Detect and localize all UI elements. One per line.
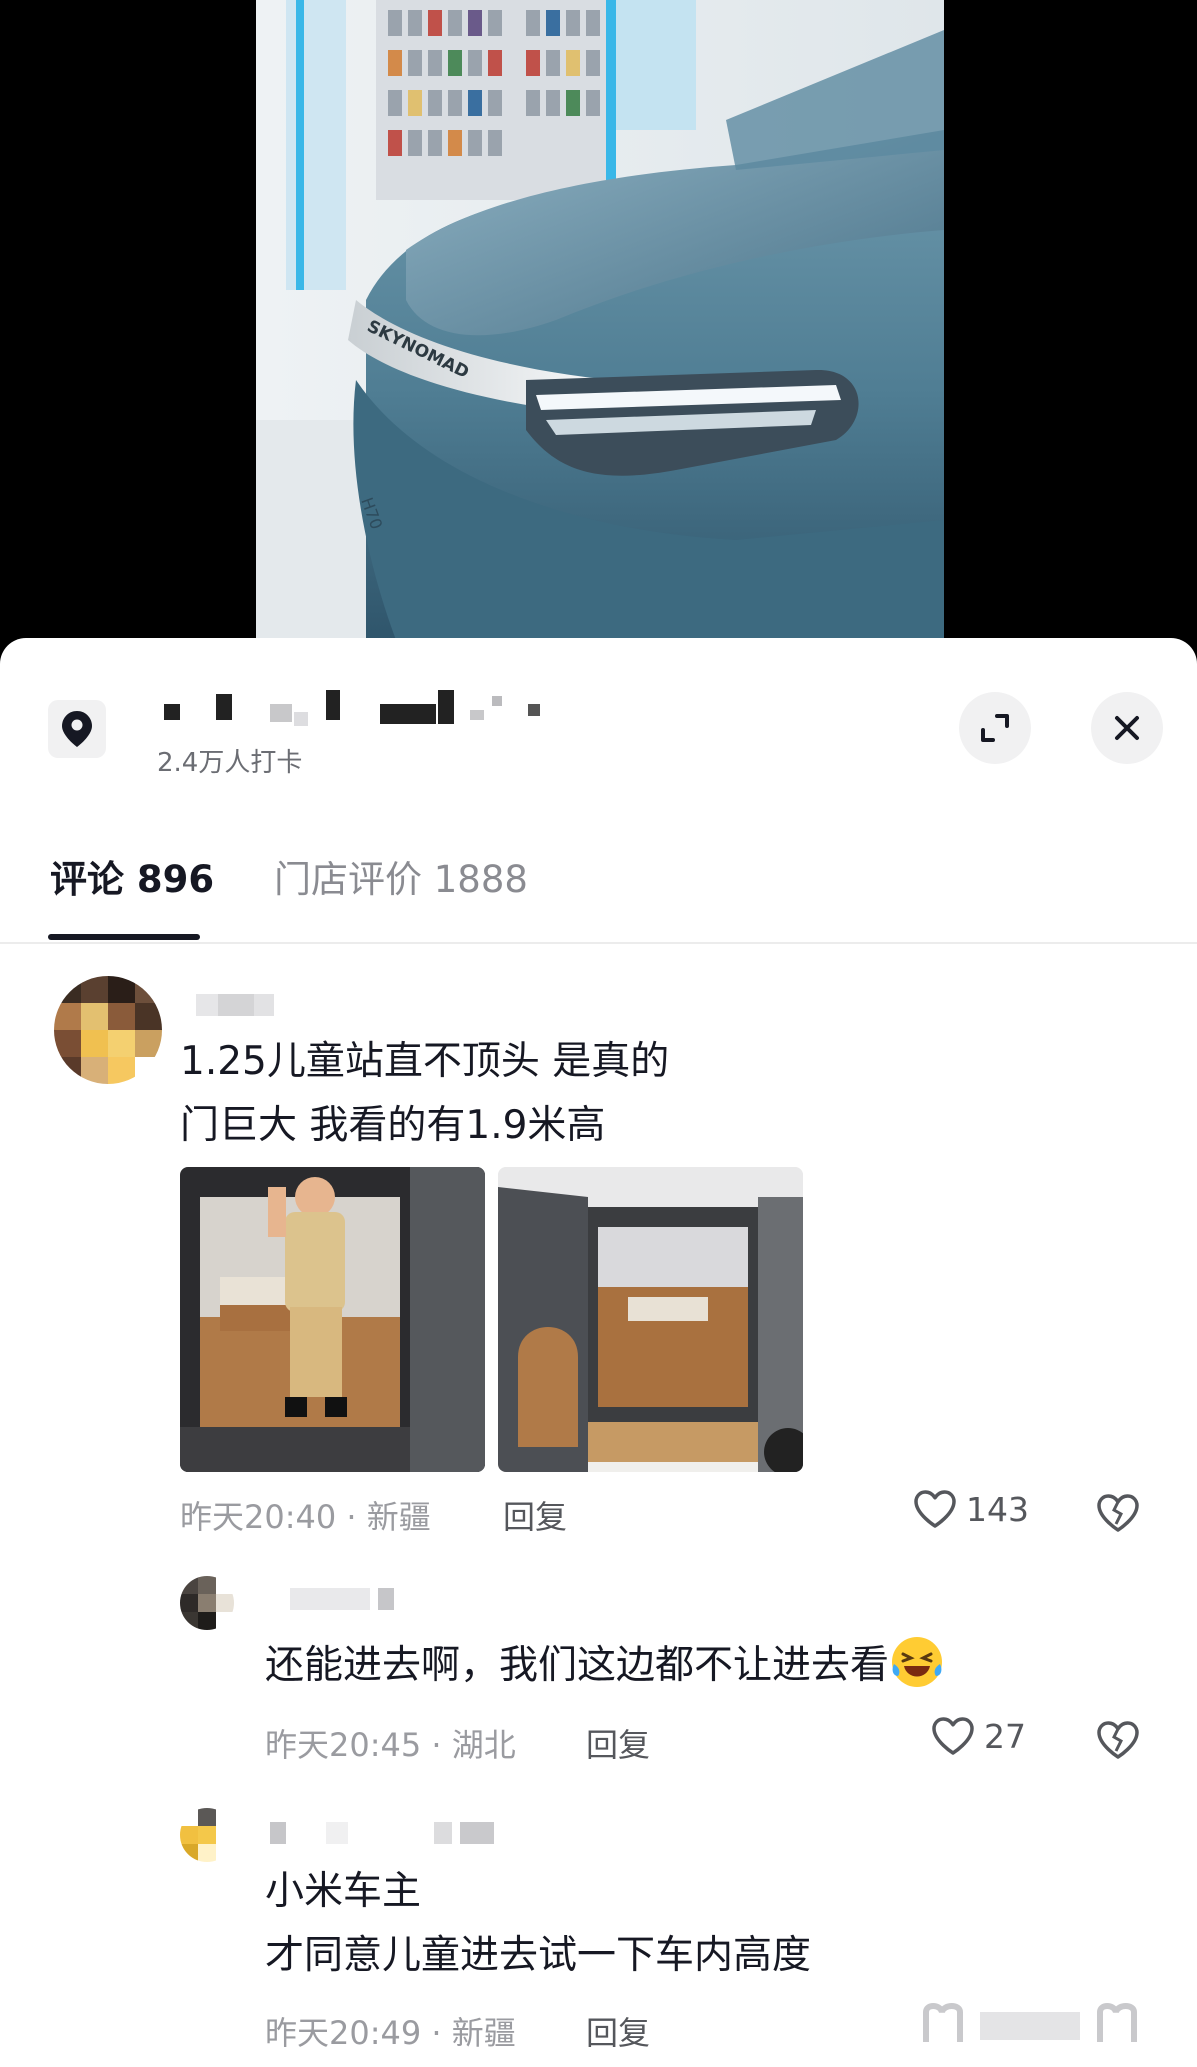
like-button[interactable]: 143 xyxy=(912,1488,1029,1530)
reply-time-location: 昨天20:45 · 湖北 xyxy=(265,1726,516,1764)
reply-button[interactable]: 回复 xyxy=(586,2008,650,2054)
comments-sheet: 2.4万人打卡 评论 896 门店评价 1888 1.25儿童站直不顶头 是真的… xyxy=(0,638,1197,2067)
tab-comments[interactable]: 评论 896 xyxy=(50,858,214,902)
expand-button[interactable] xyxy=(959,692,1031,764)
tab-active-indicator xyxy=(48,934,200,940)
comment-image-car-door-open[interactable] xyxy=(498,1167,803,1472)
username-redacted[interactable] xyxy=(270,1822,510,1844)
reply-time-location: 昨天20:49 · 新疆 xyxy=(265,2014,516,2052)
comment-time-location: 昨天20:40 · 新疆 xyxy=(180,1498,431,1536)
like-count: 143 xyxy=(966,1489,1029,1529)
reply-text-content: 还能进去啊，我们这边都不让进去看 xyxy=(265,1643,890,1688)
tab-bar: 评论 896 门店评价 1888 xyxy=(0,858,1197,944)
reply-text: 还能进去啊，我们这边都不让进去看 xyxy=(265,1634,945,1698)
avatar[interactable] xyxy=(54,976,162,1084)
poi-name-redacted[interactable] xyxy=(160,690,540,726)
heart-icon xyxy=(914,1490,956,1528)
like-count: 27 xyxy=(984,1716,1026,1756)
reply-text-line: 才同意儿童进去试一下车内高度 xyxy=(265,1933,812,1978)
laughing-crying-emoji xyxy=(892,1637,943,1687)
comment-text-line: 1.25儿童站直不顶头 是真的 xyxy=(180,1039,670,1084)
username-redacted[interactable] xyxy=(196,994,276,1016)
heart-icon xyxy=(932,1717,974,1755)
tab-store-reviews[interactable]: 门店评价 1888 xyxy=(274,858,528,902)
watermark-logo xyxy=(923,2003,1137,2042)
comment-image-child-in-car[interactable] xyxy=(180,1167,485,1472)
video-player[interactable]: SKYNOMAD H70 xyxy=(0,0,1197,660)
username-redacted[interactable] xyxy=(290,1588,400,1610)
poi-checkin-count: 2.4万人打卡 xyxy=(157,748,303,778)
broken-heart-icon[interactable] xyxy=(1094,1715,1142,1763)
reply-button[interactable]: 回复 xyxy=(586,1720,650,1766)
location-pin-icon[interactable] xyxy=(48,700,106,758)
broken-heart-icon[interactable] xyxy=(1094,1488,1142,1536)
car-showroom-image: SKYNOMAD H70 xyxy=(256,0,944,640)
poi-header: 2.4万人打卡 xyxy=(0,638,1197,788)
reply-button[interactable]: 回复 xyxy=(503,1492,567,1538)
avatar[interactable] xyxy=(180,1576,234,1630)
close-icon xyxy=(1115,716,1139,740)
expand-icon xyxy=(981,714,1009,742)
reply-text-line: 小米车主 xyxy=(265,1869,422,1914)
close-button[interactable] xyxy=(1091,692,1163,764)
comment-text-line: 门巨大 我看的有1.9米高 xyxy=(180,1103,606,1148)
avatar[interactable] xyxy=(180,1808,234,1862)
like-button[interactable]: 27 xyxy=(930,1715,1026,1757)
video-frame-car-showroom: SKYNOMAD H70 xyxy=(256,0,944,640)
